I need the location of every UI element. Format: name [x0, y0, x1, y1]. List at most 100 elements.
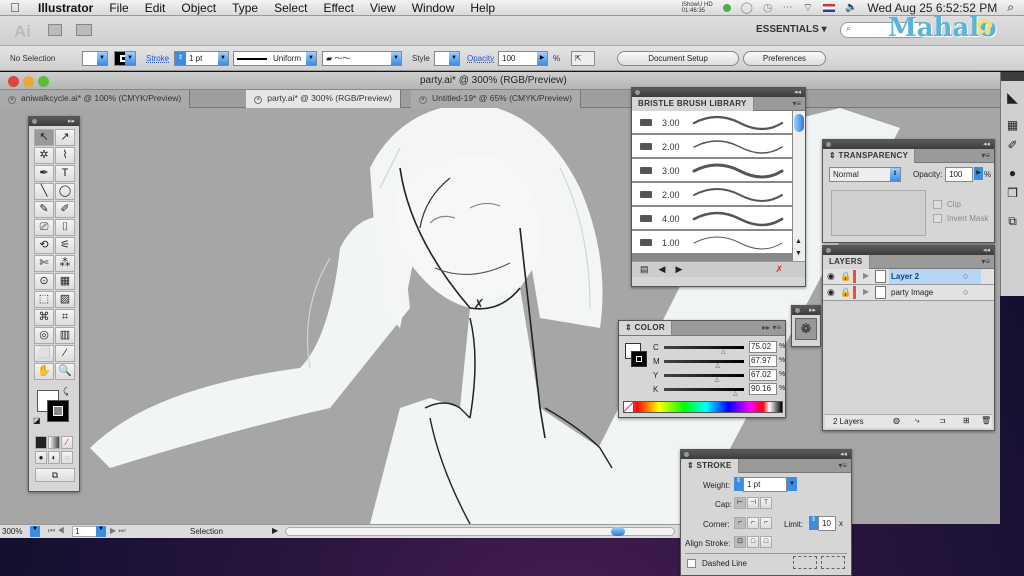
- tool-button[interactable]: ⌘: [34, 309, 54, 326]
- opacity-field[interactable]: 100 ▶: [498, 51, 548, 66]
- gradient-mode-button[interactable]: [48, 436, 60, 449]
- panel-collapse-icon[interactable]: ◂◂: [840, 450, 847, 459]
- tool-button[interactable]: ⌷: [55, 219, 75, 236]
- default-fill-stroke-icon[interactable]: ◪: [33, 416, 41, 425]
- panel-close-icon[interactable]: [635, 90, 640, 95]
- channel-slider[interactable]: △: [664, 374, 744, 383]
- weight-dropdown-icon[interactable]: ▼: [787, 477, 797, 491]
- tool-button[interactable]: ⌇: [55, 147, 75, 164]
- opacity-link[interactable]: Opacity: [467, 54, 494, 63]
- zoom-dropdown-icon[interactable]: ▼: [30, 526, 40, 537]
- channel-slider[interactable]: △: [664, 388, 744, 397]
- stroke-swatch[interactable]: [631, 351, 647, 367]
- panel-close-icon[interactable]: [826, 142, 831, 147]
- tool-button[interactable]: ↗: [55, 129, 75, 146]
- draw-inside-button[interactable]: ○: [61, 451, 73, 464]
- color-guide-icon[interactable]: ❁: [795, 318, 817, 340]
- opacity-field[interactable]: 100: [945, 167, 973, 182]
- panel-expand-icon[interactable]: ▸▸: [809, 306, 816, 315]
- make-clipping-mask-icon[interactable]: ⤷: [915, 416, 919, 426]
- recolor-artwork-button[interactable]: ⇱: [571, 51, 595, 66]
- panel-menu-icon[interactable]: ▾≡: [981, 257, 990, 266]
- variable-width-profile[interactable]: Uniform ▼: [233, 51, 317, 66]
- slider-handle-icon[interactable]: △: [715, 362, 720, 369]
- target-circle-icon[interactable]: ○: [963, 287, 968, 297]
- tool-button[interactable]: ✲: [34, 147, 54, 164]
- wifi-icon[interactable]: ⌔: [803, 1, 813, 15]
- stroke-color-swatch[interactable]: [47, 400, 69, 422]
- tab-bristle-brush-library[interactable]: BRISTLE BRUSH LIBRARY: [632, 97, 754, 111]
- tool-button[interactable]: ✎: [34, 201, 54, 218]
- none-color-icon[interactable]: [623, 401, 634, 413]
- menu-view[interactable]: View: [362, 1, 404, 15]
- artboard-dropdown-icon[interactable]: ▼: [96, 526, 106, 537]
- panel-close-icon[interactable]: [795, 308, 800, 313]
- locate-object-icon[interactable]: ◍: [893, 416, 900, 425]
- close-tab-icon[interactable]: ×: [418, 96, 427, 104]
- menu-type[interactable]: Type: [224, 1, 266, 15]
- slider-handle-icon[interactable]: △: [721, 348, 726, 355]
- panel-close-icon[interactable]: [684, 452, 689, 457]
- brush-item[interactable]: 3.00: [632, 111, 792, 135]
- next-library-icon[interactable]: ▶: [675, 264, 682, 275]
- panel-header[interactable]: ◂◂: [632, 88, 805, 97]
- swap-fill-stroke-icon[interactable]: ⤹: [63, 386, 68, 397]
- flag-icon[interactable]: [822, 3, 835, 12]
- panel-header[interactable]: ◂◂: [681, 450, 851, 459]
- butt-cap-button[interactable]: ⊢: [734, 497, 746, 509]
- fill-swatch[interactable]: ▼: [82, 51, 108, 66]
- workspace-switcher[interactable]: ESSENTIALS ▾: [756, 24, 827, 35]
- tool-button[interactable]: ↖: [34, 129, 54, 146]
- graphic-styles-icon[interactable]: ❒: [1001, 186, 1024, 200]
- brush-item[interactable]: 1.00: [632, 231, 792, 255]
- projecting-cap-button[interactable]: ⊤: [760, 497, 772, 509]
- slider-handle-icon[interactable]: △: [733, 390, 738, 397]
- channel-value-field[interactable]: 67.02: [749, 369, 777, 381]
- minimize-window-button[interactable]: [23, 76, 34, 87]
- artboards-icon[interactable]: ⧉: [1001, 214, 1024, 229]
- ishowu-status[interactable]: iShowU HD 01:46:35: [682, 2, 713, 14]
- chat-icon[interactable]: ◯: [741, 1, 753, 14]
- close-window-button[interactable]: [8, 76, 19, 87]
- expand-triangle-icon[interactable]: ▶: [863, 287, 869, 296]
- panel-header[interactable]: ▸▸: [792, 306, 820, 315]
- lock-icon[interactable]: 🔒: [840, 287, 851, 298]
- panel-header[interactable]: ▸▸: [29, 117, 79, 126]
- previous-library-icon[interactable]: ◀: [659, 264, 666, 275]
- tool-button[interactable]: ⁂: [55, 255, 75, 272]
- limit-stepper[interactable]: ⇕: [809, 516, 818, 530]
- visibility-eye-icon[interactable]: ◉: [827, 287, 835, 298]
- dock-header[interactable]: [1001, 72, 1024, 81]
- swatches-icon[interactable]: ▦: [1001, 118, 1024, 132]
- new-layer-icon[interactable]: ⊞: [963, 416, 970, 425]
- tool-button[interactable]: ⬜: [34, 345, 54, 362]
- color-mode-button[interactable]: [35, 436, 47, 449]
- channel-slider[interactable]: △: [664, 360, 744, 369]
- panel-menu-icon[interactable]: ▾≡: [792, 99, 801, 108]
- scrollbar-thumb[interactable]: [794, 114, 804, 132]
- zoom-window-button[interactable]: [38, 76, 49, 87]
- visibility-eye-icon[interactable]: ◉: [827, 271, 835, 282]
- tool-button[interactable]: ✋: [34, 363, 54, 380]
- tool-button[interactable]: T: [55, 165, 75, 182]
- horizontal-scrollbar[interactable]: [285, 527, 675, 536]
- tab-aniwalkcycle[interactable]: × aniwalkcycle.ai* @ 100% (CMYK/Preview): [0, 90, 191, 108]
- panel-close-icon[interactable]: [32, 119, 37, 124]
- new-sublayer-icon[interactable]: ⊐: [939, 416, 946, 425]
- weight-field[interactable]: 1 pt: [743, 477, 787, 492]
- color-spectrum[interactable]: [623, 401, 783, 413]
- symbols-icon[interactable]: ●: [1001, 166, 1024, 180]
- tool-button[interactable]: ⚟: [55, 237, 75, 254]
- brush-item[interactable]: 3.00: [632, 159, 792, 183]
- tool-button[interactable]: ⟲: [34, 237, 54, 254]
- current-tool-status[interactable]: Selection: [190, 527, 223, 536]
- align-center-button[interactable]: ⊡: [734, 536, 746, 548]
- tool-button[interactable]: ⌗: [55, 309, 75, 326]
- clip-checkbox[interactable]: [933, 200, 942, 209]
- tool-button[interactable]: ▨: [55, 291, 75, 308]
- tool-button[interactable]: ▦: [55, 273, 75, 290]
- channel-value-field[interactable]: 67.97: [749, 355, 777, 367]
- panel-expand-icon[interactable]: ▸▸: [68, 117, 75, 126]
- arrange-documents-icon[interactable]: [76, 24, 92, 36]
- blend-mode-select[interactable]: Normal ⇕: [829, 167, 901, 182]
